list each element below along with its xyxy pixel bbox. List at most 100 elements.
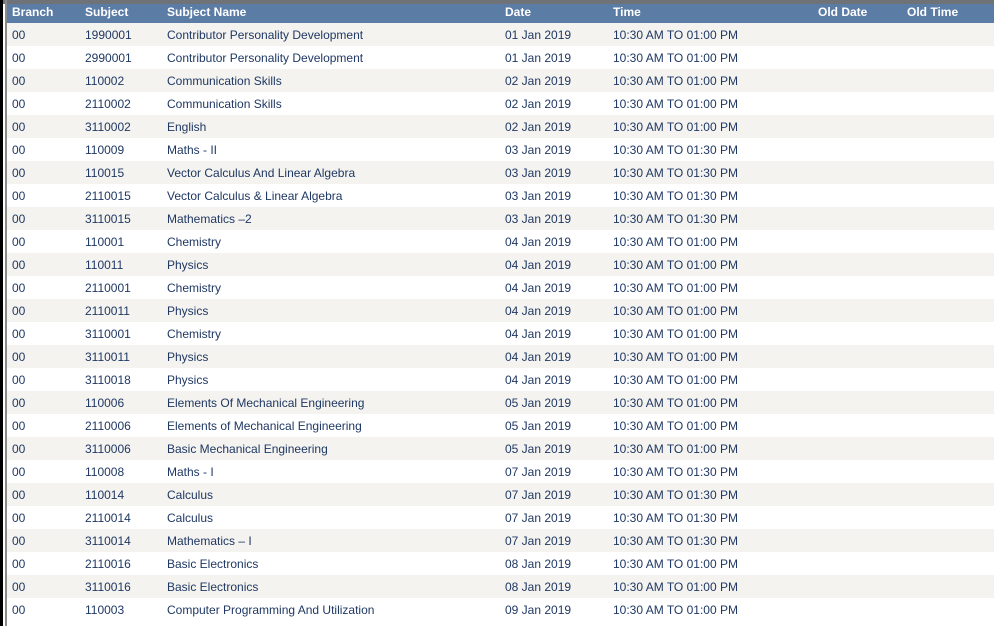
cell-subject: 2110002: [85, 92, 167, 115]
cell-time: 10:30 AM TO 01:00 PM: [613, 552, 818, 575]
cell-name: English: [167, 115, 505, 138]
cell-old-time: [907, 345, 994, 368]
table-row[interactable]: 00 110006 Elements Of Mechanical Engineeri…: [7, 391, 994, 414]
cell-old-date: [818, 276, 907, 299]
cell-subject: 110002: [85, 69, 167, 92]
table-row[interactable]: 00 3110014 Mathematics – I 07 Jan 2019 10:30…: [7, 529, 994, 552]
cell-name: Vector Calculus & Linear Algebra: [167, 184, 505, 207]
cell-name: Maths - II: [167, 138, 505, 161]
cell-old-time: [907, 230, 994, 253]
table-row[interactable]: 00 2110014 Calculus 07 Jan 2019 10:30 AM TO …: [7, 506, 994, 529]
table-row[interactable]: 00 2990001 Contributor Personality Develop…: [7, 46, 994, 69]
cell-branch: 00: [7, 46, 85, 69]
table-row[interactable]: 00 110002 Communication Skills 02 Jan 2019 1…: [7, 69, 994, 92]
cell-date: 07 Jan 2019: [505, 483, 613, 506]
left-inner-rule: [5, 0, 7, 626]
cell-time: 10:30 AM TO 01:30 PM: [613, 483, 818, 506]
table-row[interactable]: 00 110001 Chemistry 04 Jan 2019 10:30 AM TO …: [7, 230, 994, 253]
cell-branch: 00: [7, 460, 85, 483]
cell-name: Elements of Mechanical Engineering: [167, 414, 505, 437]
table-row[interactable]: 00 110008 Maths - I 07 Jan 2019 10:30 AM TO …: [7, 460, 994, 483]
cell-time: 10:30 AM TO 01:00 PM: [613, 437, 818, 460]
cell-date: 04 Jan 2019: [505, 368, 613, 391]
table-row[interactable]: 00 2110002 Communication Skills 02 Jan 2019…: [7, 92, 994, 115]
cell-name: Chemistry: [167, 230, 505, 253]
table-row[interactable]: 00 3110006 Basic Mechanical Engineering 05 …: [7, 437, 994, 460]
table-row[interactable]: 00 110015 Vector Calculus And Linear Algeb…: [7, 161, 994, 184]
table-row[interactable]: 00 3110011 Physics 04 Jan 2019 10:30 AM TO 0…: [7, 345, 994, 368]
cell-branch: 00: [7, 253, 85, 276]
left-edge-border: [0, 0, 3, 626]
cell-subject: 3110001: [85, 322, 167, 345]
cell-old-time: [907, 414, 994, 437]
table-row[interactable]: 00 2110015 Vector Calculus & Linear Algebr…: [7, 184, 994, 207]
cell-name: Computer Programming And Utilization: [167, 598, 505, 621]
cell-date: 05 Jan 2019: [505, 414, 613, 437]
cell-time: 10:30 AM TO 01:00 PM: [613, 299, 818, 322]
table-row[interactable]: 00 3110018 Physics 04 Jan 2019 10:30 AM TO 0…: [7, 368, 994, 391]
cell-date: 05 Jan 2019: [505, 391, 613, 414]
timetable-scroll-region[interactable]: Branch Subject Subject Name Date Time Old Dat…: [7, 0, 994, 626]
cell-subject: 110014: [85, 483, 167, 506]
cell-name: Elements Of Mechanical Engineering: [167, 391, 505, 414]
cell-time: 10:30 AM TO 01:00 PM: [613, 391, 818, 414]
cell-branch: 00: [7, 575, 85, 598]
cell-old-time: [907, 529, 994, 552]
cell-branch: 00: [7, 437, 85, 460]
cell-date: 09 Jan 2019: [505, 598, 613, 621]
cell-date: 08 Jan 2019: [505, 575, 613, 598]
cell-old-date: [818, 184, 907, 207]
cell-time: 10:30 AM TO 01:30 PM: [613, 506, 818, 529]
cell-branch: 00: [7, 483, 85, 506]
cell-branch: 00: [7, 207, 85, 230]
cell-time: 10:30 AM TO 01:30 PM: [613, 161, 818, 184]
cell-branch: 00: [7, 69, 85, 92]
cell-time: 10:30 AM TO 01:30 PM: [613, 138, 818, 161]
cell-old-date: [818, 575, 907, 598]
cell-old-date: [818, 368, 907, 391]
table-row[interactable]: 00 110011 Physics 04 Jan 2019 10:30 AM TO 01…: [7, 253, 994, 276]
table-row[interactable]: 00 2110011 Physics 04 Jan 2019 10:30 AM TO 0…: [7, 299, 994, 322]
cell-old-time: [907, 46, 994, 69]
table-row[interactable]: 00 3110002 English 02 Jan 2019 10:30 AM TO 0…: [7, 115, 994, 138]
cell-name: Vector Calculus And Linear Algebra: [167, 161, 505, 184]
cell-old-date: [818, 138, 907, 161]
cell-subject: 2110014: [85, 506, 167, 529]
cell-branch: 00: [7, 598, 85, 621]
cell-old-time: [907, 368, 994, 391]
cell-time: 10:30 AM TO 01:00 PM: [613, 115, 818, 138]
table-row[interactable]: 00 2110001 Chemistry 04 Jan 2019 10:30 AM TO…: [7, 276, 994, 299]
cell-old-time: [907, 253, 994, 276]
cell-old-date: [818, 69, 907, 92]
table-row[interactable]: 00 2110016 Basic Electronics 08 Jan 2019 10:…: [7, 552, 994, 575]
cell-name: Physics: [167, 345, 505, 368]
cell-name: Communication Skills: [167, 92, 505, 115]
cell-branch: 00: [7, 345, 85, 368]
table-row[interactable]: 00 110009 Maths - II 03 Jan 2019 10:30 AM TO…: [7, 138, 994, 161]
cell-old-time: [907, 161, 994, 184]
table-row[interactable]: 00 2110006 Elements of Mechanical Engineer…: [7, 414, 994, 437]
table-row[interactable]: 00 3110016 Basic Electronics 08 Jan 2019 10:…: [7, 575, 994, 598]
cell-subject: 2110001: [85, 276, 167, 299]
cell-subject: 3110018: [85, 368, 167, 391]
table-row[interactable]: 00 3110001 Chemistry 04 Jan 2019 10:30 AM TO…: [7, 322, 994, 345]
cell-subject: 3110015: [85, 207, 167, 230]
cell-old-date: [818, 529, 907, 552]
cell-date: 02 Jan 2019: [505, 69, 613, 92]
table-row[interactable]: 00 110014 Calculus 07 Jan 2019 10:30 AM TO 0…: [7, 483, 994, 506]
cell-subject: 3110006: [85, 437, 167, 460]
table-row[interactable]: 00 1990001 Contributor Personality Develop…: [7, 23, 994, 46]
cell-date: 04 Jan 2019: [505, 299, 613, 322]
cell-old-time: [907, 575, 994, 598]
cell-time: 10:30 AM TO 01:30 PM: [613, 529, 818, 552]
cell-date: 01 Jan 2019: [505, 23, 613, 46]
cell-old-date: [818, 322, 907, 345]
table-row[interactable]: 00 3110015 Mathematics –2 03 Jan 2019 10:30 …: [7, 207, 994, 230]
top-rule: [0, 0, 994, 4]
cell-name: Chemistry: [167, 322, 505, 345]
table-row[interactable]: 00 110003 Computer Programming And Utiliza…: [7, 598, 994, 621]
cell-time: 10:30 AM TO 01:30 PM: [613, 460, 818, 483]
cell-name: Physics: [167, 368, 505, 391]
cell-name: Mathematics – I: [167, 529, 505, 552]
cell-date: 08 Jan 2019: [505, 552, 613, 575]
